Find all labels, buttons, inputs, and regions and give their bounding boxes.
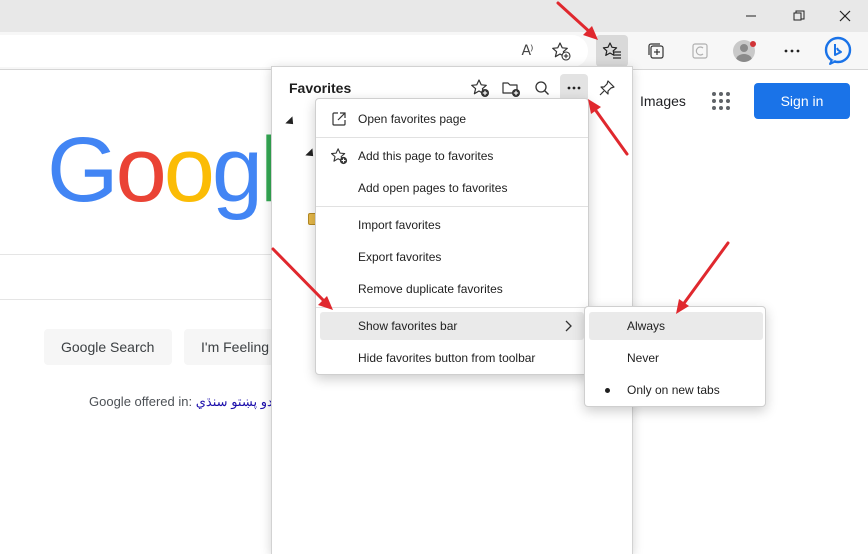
browser-essentials-button[interactable] [684, 35, 716, 67]
collections-icon [648, 43, 664, 59]
google-apps-button[interactable] [712, 92, 730, 115]
search-icon [535, 81, 549, 95]
menu-item-remove-duplicates[interactable]: Remove duplicate favorites [320, 275, 584, 303]
submenu-item-label: Always [627, 319, 666, 333]
minimize-icon [746, 15, 756, 17]
restore-button[interactable] [785, 4, 813, 28]
menu-divider [316, 307, 588, 308]
submenu-item-label: Only on new tabs [627, 383, 720, 397]
more-icon [784, 49, 800, 53]
menu-item-label: Add open pages to favorites [358, 181, 508, 195]
settings-more-button[interactable] [776, 35, 808, 67]
logo-letter: o [163, 119, 215, 221]
menu-item-hide-favorites-button[interactable]: Hide favorites button from toolbar [320, 344, 584, 372]
apps-grid-icon [712, 92, 730, 110]
menu-item-show-favorites-bar[interactable]: Show favorites bar [320, 312, 584, 340]
selected-bullet-icon [605, 388, 610, 393]
restore-icon [793, 10, 805, 21]
submenu-item-label: Never [627, 351, 660, 365]
add-favorite-button[interactable] [545, 35, 577, 67]
menu-item-label: Export favorites [358, 250, 442, 264]
favorites-icon [602, 42, 621, 59]
title-bar [0, 0, 868, 32]
sign-in-button[interactable]: Sign in [754, 83, 850, 119]
menu-item-label: Show favorites bar [358, 319, 458, 333]
logo-letter: G [47, 119, 119, 221]
close-icon [839, 10, 851, 22]
pin-pane-button[interactable] [593, 74, 621, 102]
google-logo: Googl [47, 119, 281, 221]
bing-chat-button[interactable] [822, 35, 854, 67]
submenu-item-never[interactable]: Never [589, 344, 763, 372]
favorites-title: Favorites [289, 80, 352, 96]
favorites-bar-submenu: Always Never Only on new tabs [584, 306, 766, 407]
logo-letter: o [115, 119, 167, 221]
add-favorite-icon [552, 42, 571, 61]
menu-item-label: Remove duplicate favorites [358, 282, 503, 296]
language-link[interactable]: سنڌي [196, 394, 228, 409]
search-box-edge [0, 299, 272, 300]
add-folder-icon [502, 82, 520, 97]
menu-item-label: Hide favorites button from toolbar [358, 351, 536, 365]
expand-caret-icon [285, 116, 297, 128]
menu-item-add-page[interactable]: Add this page to favorites [320, 142, 584, 170]
menu-item-open-favorites-page[interactable]: Open favorites page [320, 105, 584, 133]
more-options-icon [567, 86, 581, 90]
add-favorite-icon [471, 79, 489, 97]
menu-item-import[interactable]: Import favorites [320, 211, 584, 239]
bing-chat-icon [824, 36, 852, 65]
images-link[interactable]: Images [640, 93, 686, 109]
offered-in-label: Google offered in: [89, 394, 193, 409]
google-search-button[interactable]: Google Search [44, 329, 172, 365]
address-bar[interactable] [0, 35, 588, 67]
star-add-icon [330, 147, 348, 165]
language-link[interactable]: پښتو [231, 394, 257, 409]
favorites-button[interactable] [596, 35, 628, 67]
chevron-right-icon [565, 320, 572, 332]
notification-dot [750, 41, 756, 47]
browser-essentials-icon [692, 43, 708, 59]
pin-icon [599, 80, 615, 96]
menu-divider [316, 206, 588, 207]
menu-item-export[interactable]: Export favorites [320, 243, 584, 271]
feeling-lucky-button[interactable]: I'm Feeling [184, 329, 272, 365]
logo-letter: g [211, 119, 263, 221]
offered-in-line: Google offered in: اردو پښتو سنڌي [89, 394, 283, 410]
read-aloud-button[interactable]: A⁾ [511, 35, 543, 67]
browser-toolbar: A⁾ [0, 32, 868, 70]
submenu-item-only-new-tabs[interactable]: Only on new tabs [589, 376, 763, 404]
menu-divider [316, 137, 588, 138]
menu-item-label: Add this page to favorites [358, 149, 494, 163]
favorites-more-menu: Open favorites page Add this page to fav… [315, 98, 589, 375]
menu-item-add-open-pages[interactable]: Add open pages to favorites [320, 174, 584, 202]
profile-button[interactable] [728, 35, 760, 67]
read-aloud-icon: A⁾ [521, 43, 533, 59]
menu-item-label: Open favorites page [358, 112, 467, 126]
collections-button[interactable] [640, 35, 672, 67]
favorites-bar-folder[interactable] [285, 116, 297, 128]
search-box-edge[interactable] [0, 254, 272, 255]
submenu-item-always[interactable]: Always [589, 312, 763, 340]
close-window-button[interactable] [831, 4, 859, 28]
open-external-icon [330, 110, 348, 128]
annotation-arrow-icon [676, 241, 730, 314]
minimize-button[interactable] [737, 4, 765, 28]
menu-item-label: Import favorites [358, 218, 441, 232]
